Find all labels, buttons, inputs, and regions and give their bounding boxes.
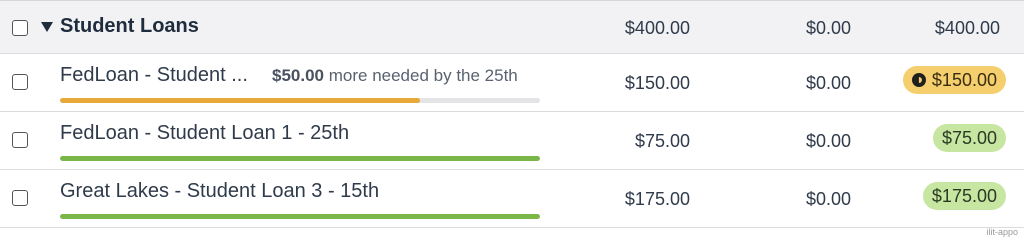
progress-fill <box>60 214 540 219</box>
available-pill[interactable]: $175.00 <box>922 182 1006 210</box>
activity-amount: $0.00 <box>805 189 851 209</box>
budgeted-amount[interactable]: $150.00 <box>625 73 690 94</box>
category-checkbox[interactable] <box>12 74 28 90</box>
group-available: $400.00 <box>934 18 1000 38</box>
category-checkbox[interactable] <box>12 190 28 206</box>
needed-text: more needed by the 25th <box>328 66 518 85</box>
available-amount: $175.00 <box>931 185 997 206</box>
funding-message: $50.00 more needed by the 25th <box>272 66 518 86</box>
category-row[interactable]: Great Lakes - Student Loan 3 - 15th $175… <box>0 170 1024 228</box>
progress-bar <box>60 156 540 161</box>
category-row[interactable]: FedLoan - Student ... $50.00 more needed… <box>0 54 1024 112</box>
available-pill[interactable]: $75.00 <box>932 124 1006 152</box>
needed-amount: $50.00 <box>272 66 324 85</box>
available-amount: $75.00 <box>941 127 997 148</box>
group-budgeted[interactable]: $400.00 <box>625 18 690 39</box>
watermark: ilit-appo <box>986 227 1018 237</box>
category-name[interactable]: FedLoan - Student ... <box>60 64 260 87</box>
budgeted-amount[interactable]: $75.00 <box>635 131 690 152</box>
progress-bar <box>60 214 540 219</box>
category-checkbox[interactable] <box>12 132 28 148</box>
budgeted-amount[interactable]: $175.00 <box>625 189 690 210</box>
available-pill[interactable]: $150.00 <box>902 66 1006 94</box>
clock-icon <box>911 73 926 87</box>
category-name[interactable]: FedLoan - Student Loan 1 - 25th <box>60 122 349 145</box>
collapse-caret-icon[interactable] <box>41 22 53 32</box>
category-group-row[interactable]: Student Loans $400.00 $0.00 $400.00 <box>0 0 1024 54</box>
progress-fill <box>60 156 540 161</box>
activity-amount: $0.00 <box>805 73 851 93</box>
group-checkbox[interactable] <box>12 20 28 36</box>
category-row[interactable]: FedLoan - Student Loan 1 - 25th $75.00 $… <box>0 112 1024 170</box>
category-name[interactable]: Great Lakes - Student Loan 3 - 15th <box>60 180 379 203</box>
progress-fill <box>60 98 420 103</box>
progress-bar <box>60 98 540 103</box>
activity-amount: $0.00 <box>805 131 851 151</box>
available-amount: $150.00 <box>931 69 997 90</box>
group-name[interactable]: Student Loans <box>60 15 199 38</box>
group-activity: $0.00 <box>805 18 851 38</box>
